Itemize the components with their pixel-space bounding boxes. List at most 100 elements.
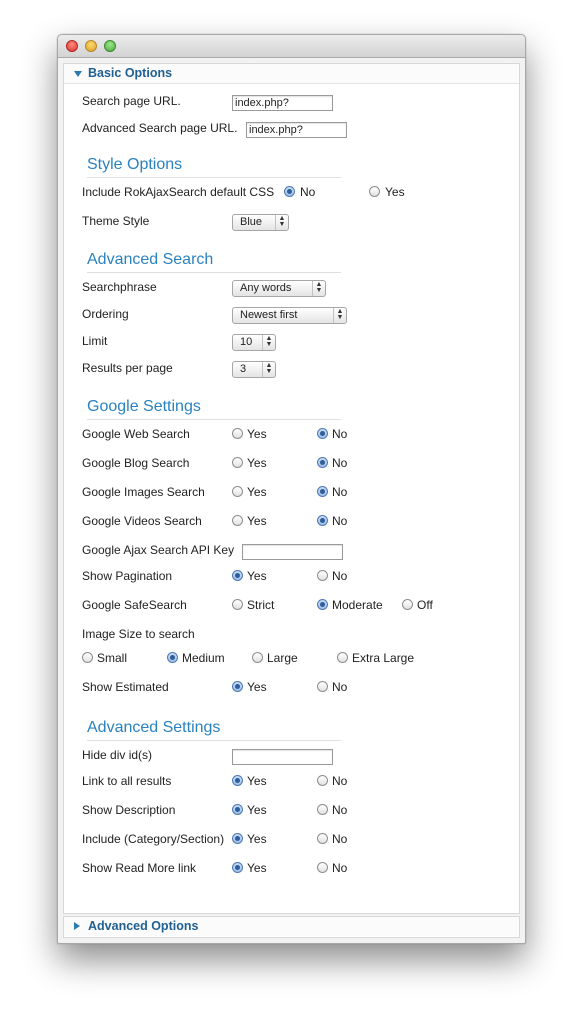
advanced-search-url-input[interactable]: index.php?option=c — [246, 122, 347, 138]
yes-label: Yes — [247, 514, 267, 528]
advanced-settings-heading: Advanced Settings — [87, 719, 341, 741]
include-css-yes-label: Yes — [385, 185, 405, 199]
show-estimated-no-radio[interactable] — [317, 681, 328, 692]
title-bar[interactable] — [58, 35, 525, 58]
google-api-key-input[interactable] — [242, 544, 343, 560]
show-read-more-no-radio[interactable] — [317, 862, 328, 873]
image-size-extra-large-radio[interactable] — [337, 652, 348, 663]
show-read-more-label: Show Read More link — [82, 861, 197, 875]
link-to-all-results-label: Link to all results — [82, 774, 172, 788]
no-label: No — [332, 427, 348, 441]
searchphrase-value: Any words — [240, 282, 292, 294]
include-category-section-no-radio[interactable] — [317, 833, 328, 844]
show-pagination-yes-radio[interactable] — [232, 570, 243, 581]
image-size-label: Image Size to search — [82, 627, 195, 641]
image-size-large-radio[interactable] — [252, 652, 263, 663]
yes-label: Yes — [247, 427, 267, 441]
show-description-label: Show Description — [82, 803, 176, 817]
no-label: No — [332, 861, 348, 875]
image-size-medium-label: Medium — [182, 651, 225, 665]
google-videos-search-no-radio[interactable] — [317, 515, 328, 526]
yes-label: Yes — [247, 569, 267, 583]
hide-div-ids-label: Hide div id(s) — [82, 748, 153, 762]
google-images-search-no-radio[interactable] — [317, 486, 328, 497]
safesearch-off-label: Off — [417, 598, 433, 612]
theme-style-value: Blue — [240, 216, 263, 228]
include-category-section-yes-radio[interactable] — [232, 833, 243, 844]
show-description-no-radio[interactable] — [317, 804, 328, 815]
no-label: No — [332, 514, 348, 528]
image-size-small-label: Small — [97, 651, 128, 665]
image-size-large-label: Large — [267, 651, 298, 665]
image-size-small-radio[interactable] — [82, 652, 93, 663]
yes-label: Yes — [247, 832, 267, 846]
results-per-page-label: Results per page — [82, 361, 173, 375]
include-category-section-label: Include (Category/Section) — [82, 832, 225, 846]
show-read-more-yes-radio[interactable] — [232, 862, 243, 873]
link-to-all-results-no-radio[interactable] — [317, 775, 328, 786]
google-blog-search-yes-radio[interactable] — [232, 457, 243, 468]
image-size-medium-radio[interactable] — [167, 652, 178, 663]
include-css-no-label: No — [300, 185, 316, 199]
select-stepper-icon: ▲ ▼ — [262, 335, 275, 350]
show-pagination-label: Show Pagination — [82, 569, 173, 583]
yes-label: Yes — [247, 456, 267, 470]
google-safesearch-label: Google SafeSearch — [82, 598, 187, 612]
collapse-triangle-icon[interactable] — [74, 71, 82, 77]
searchphrase-label: Searchphrase — [82, 280, 157, 294]
safesearch-strict-label: Strict — [247, 598, 275, 612]
advanced-options-panel: Advanced Options — [63, 916, 520, 938]
ordering-label: Ordering — [82, 307, 129, 321]
select-stepper-icon: ▲ ▼ — [312, 281, 325, 296]
google-web-search-no-radio[interactable] — [317, 428, 328, 439]
limit-select[interactable]: 10 ▲ ▼ — [232, 334, 276, 351]
zoom-window-button[interactable] — [104, 40, 116, 52]
no-label: No — [332, 774, 348, 788]
advanced-search-url-label: Advanced Search page URL. — [82, 121, 238, 135]
show-description-yes-radio[interactable] — [232, 804, 243, 815]
google-web-search-label: Google Web Search — [82, 427, 190, 441]
style-options-heading: Style Options — [87, 156, 341, 178]
select-stepper-icon: ▲ ▼ — [275, 215, 288, 230]
select-stepper-icon: ▲ ▼ — [333, 308, 346, 323]
google-blog-search-label: Google Blog Search — [82, 456, 190, 470]
results-per-page-value: 3 — [240, 363, 247, 375]
include-css-no-radio[interactable] — [284, 186, 295, 197]
safesearch-off-radio[interactable] — [402, 599, 413, 610]
close-window-button[interactable] — [66, 40, 78, 52]
search-url-label: Search page URL. — [82, 94, 181, 108]
theme-style-label: Theme Style — [82, 214, 150, 228]
safesearch-moderate-radio[interactable] — [317, 599, 328, 610]
results-per-page-select[interactable]: 3 ▲ ▼ — [232, 361, 276, 378]
no-label: No — [332, 569, 348, 583]
theme-style-select[interactable]: Blue ▲ ▼ — [232, 214, 289, 231]
minimize-window-button[interactable] — [85, 40, 97, 52]
preferences-window: Basic Options Search page URL. index.php… — [57, 34, 526, 944]
searchphrase-select[interactable]: Any words ▲ ▼ — [232, 280, 326, 297]
advanced-options-title: Advanced Options — [88, 919, 199, 933]
advanced-options-header[interactable]: Advanced Options — [64, 917, 519, 936]
search-url-input[interactable]: index.php?option=c — [232, 95, 333, 111]
link-to-all-results-yes-radio[interactable] — [232, 775, 243, 786]
google-blog-search-no-radio[interactable] — [317, 457, 328, 468]
ordering-value: Newest first — [240, 309, 298, 321]
basic-options-header[interactable]: Basic Options — [64, 64, 519, 84]
google-web-search-yes-radio[interactable] — [232, 428, 243, 439]
yes-label: Yes — [247, 803, 267, 817]
safesearch-strict-radio[interactable] — [232, 599, 243, 610]
google-images-search-yes-radio[interactable] — [232, 486, 243, 497]
limit-label: Limit — [82, 334, 108, 348]
show-pagination-no-radio[interactable] — [317, 570, 328, 581]
show-estimated-yes-radio[interactable] — [232, 681, 243, 692]
yes-label: Yes — [247, 861, 267, 875]
google-videos-search-yes-radio[interactable] — [232, 515, 243, 526]
show-estimated-label: Show Estimated — [82, 680, 169, 694]
google-videos-search-label: Google Videos Search — [82, 514, 202, 528]
advanced-search-heading: Advanced Search — [87, 251, 341, 273]
include-css-yes-radio[interactable] — [369, 186, 380, 197]
basic-options-panel: Basic Options Search page URL. index.php… — [63, 63, 520, 914]
expand-triangle-icon[interactable] — [74, 922, 80, 930]
google-settings-heading: Google Settings — [87, 398, 341, 420]
ordering-select[interactable]: Newest first ▲ ▼ — [232, 307, 347, 324]
hide-div-ids-input[interactable] — [232, 749, 333, 765]
